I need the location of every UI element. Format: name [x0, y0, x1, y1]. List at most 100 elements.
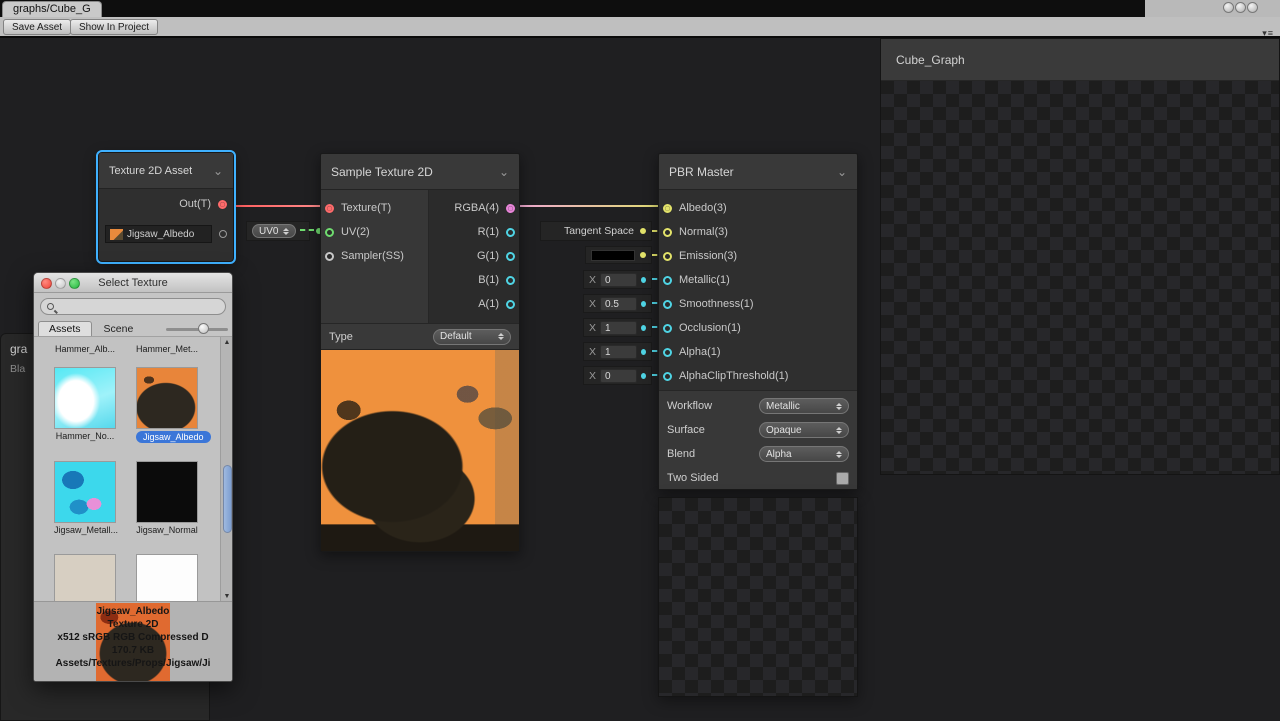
tab-assets[interactable]: Assets — [38, 321, 92, 336]
smoothness-control[interactable]: X 0.5 — [583, 294, 652, 313]
node-pbr-master[interactable]: PBR Master ⌄ Albedo(3) Normal(3) Emissio… — [658, 153, 858, 490]
alphaclip-control[interactable]: X 0 — [583, 366, 652, 385]
texture-thumbnail-icon — [110, 229, 123, 240]
x-label: X — [589, 274, 596, 286]
dropdown-arrows-icon — [493, 333, 504, 340]
alpha-port[interactable] — [663, 348, 672, 357]
grid-item-jigsaw-albedo[interactable]: Jigsaw_Albedo — [136, 367, 211, 443]
picker-grid[interactable]: Hammer_Alb... Hammer_Met... Hammer_No...… — [34, 337, 233, 601]
grid-label[interactable]: Hammer_Met... — [126, 344, 208, 354]
metallic-control[interactable]: X 0 — [583, 270, 652, 289]
wire-out-to-texture[interactable] — [228, 205, 328, 207]
grid-item-beige[interactable] — [54, 554, 116, 601]
alpha-control[interactable]: X 1 — [583, 342, 652, 361]
normal-space-control[interactable]: Tangent Space — [540, 221, 652, 241]
object-picker-port[interactable] — [219, 230, 227, 238]
g-out-port[interactable] — [506, 252, 515, 261]
alphaclip-port[interactable] — [663, 372, 672, 381]
minimize-icon[interactable] — [55, 278, 66, 289]
uv-in-port[interactable] — [325, 228, 334, 237]
pbr-node-preview[interactable] — [658, 497, 858, 697]
type-dropdown[interactable]: Default — [433, 329, 511, 345]
save-asset-button[interactable]: Save Asset — [3, 19, 71, 35]
node-pbr-title[interactable]: PBR Master ⌄ — [659, 154, 857, 190]
a-out-port[interactable] — [506, 300, 515, 309]
grid-item-white[interactable] — [136, 554, 198, 601]
alphaclip-value-field[interactable]: 0 — [600, 369, 637, 383]
main-preview-header[interactable]: Cube_Graph — [881, 39, 1279, 81]
node-sample-title[interactable]: Sample Texture 2D ⌄ — [321, 154, 519, 190]
node-sample-texture-2d[interactable]: Sample Texture 2D ⌄ Texture(T) UV(2) Sam… — [320, 153, 520, 552]
r-out-port[interactable] — [506, 228, 515, 237]
metallic-port[interactable] — [663, 276, 672, 285]
node-texture-2d-asset[interactable]: Texture 2D Asset ⌄ Out(T) Jigsaw_Albedo — [98, 152, 234, 262]
g-out-label: G(1) — [477, 250, 499, 262]
b-out-port[interactable] — [506, 276, 515, 285]
emission-color-swatch[interactable] — [591, 250, 635, 261]
window-button-1[interactable] — [1223, 2, 1234, 13]
pbr-preview-sphere[interactable] — [668, 507, 848, 687]
grid-item-jigsaw-metallic[interactable]: Jigsaw_Metall... — [54, 461, 118, 535]
two-sided-checkbox[interactable] — [836, 472, 849, 485]
uv-channel-dropdown[interactable]: UV0 — [252, 224, 296, 238]
shader-preview-sphere[interactable] — [926, 124, 1232, 430]
thumbnail-size-slider[interactable] — [166, 328, 228, 331]
window-button-3[interactable] — [1247, 2, 1258, 13]
grid-item-jigsaw-normal[interactable]: Jigsaw_Normal — [136, 461, 198, 535]
alpha-value-field[interactable]: 1 — [600, 345, 637, 359]
scrollbar-thumb[interactable] — [223, 465, 232, 533]
chevron-down-icon[interactable]: ⌄ — [499, 168, 509, 176]
texture-object-field[interactable]: Jigsaw_Albedo — [105, 225, 212, 243]
close-icon[interactable] — [41, 278, 52, 289]
smoothness-port[interactable] — [663, 300, 672, 309]
window-button-2[interactable] — [1235, 2, 1246, 13]
uv-channel-value: UV0 — [259, 226, 278, 237]
metallic-value-field[interactable]: 0 — [600, 273, 637, 287]
scroll-down-icon[interactable]: ▼ — [221, 593, 233, 600]
node-texture-2d-asset-title[interactable]: Texture 2D Asset ⌄ — [99, 153, 233, 189]
emission-color-control[interactable] — [585, 246, 652, 264]
surface-dropdown[interactable]: Opaque — [759, 422, 849, 438]
smoothness-value-field[interactable]: 0.5 — [600, 297, 637, 311]
tab-graphs-cube-g[interactable]: graphs/Cube_G — [2, 1, 102, 17]
grid-label[interactable]: Hammer_Alb... — [44, 344, 126, 354]
slider-thumb[interactable] — [198, 323, 209, 334]
workflow-label: Workflow — [667, 400, 712, 412]
occlusion-control[interactable]: X 1 — [583, 318, 652, 337]
rgba-out-port[interactable] — [506, 204, 515, 213]
out-port[interactable] — [218, 200, 227, 209]
tab-scene[interactable]: Scene — [92, 322, 146, 336]
grid-item-hammer-normal[interactable]: Hammer_No... — [54, 367, 116, 441]
chevron-down-icon[interactable]: ⌄ — [837, 168, 847, 176]
emission-port[interactable] — [663, 252, 672, 261]
pbr-settings: Workflow Metallic Surface Opaque Blend A… — [659, 390, 857, 489]
wire-rgba-to-albedo[interactable] — [512, 205, 666, 207]
occlusion-port[interactable] — [663, 324, 672, 333]
uv-channel-control: UV0 — [246, 221, 310, 241]
main-preview-viewport[interactable] — [881, 81, 1279, 474]
show-in-project-button[interactable]: Show In Project — [70, 19, 158, 35]
albedo-port[interactable] — [663, 204, 672, 213]
picker-scrollbar[interactable]: ▲ ▼ — [220, 337, 233, 601]
sample-texture-preview[interactable] — [321, 350, 519, 551]
sampler-in-port[interactable] — [325, 252, 334, 261]
dropdown-arrows-icon — [278, 228, 289, 235]
sampler-in-label: Sampler(SS) — [341, 250, 404, 262]
occlusion-value-field[interactable]: 1 — [600, 321, 637, 335]
maximize-icon[interactable] — [69, 278, 80, 289]
picker-titlebar[interactable]: Select Texture — [34, 273, 232, 293]
r-out-label: R(1) — [478, 226, 499, 238]
select-texture-window[interactable]: Select Texture Assets Scene Hammer_Alb..… — [33, 272, 233, 682]
x-label: X — [589, 370, 596, 382]
texture-in-port[interactable] — [325, 204, 334, 213]
workflow-dropdown[interactable]: Metallic — [759, 398, 849, 414]
texture-field-value: Jigsaw_Albedo — [127, 229, 194, 240]
blend-dropdown[interactable]: Alpha — [759, 446, 849, 462]
search-input[interactable] — [40, 298, 226, 315]
chevron-down-icon[interactable]: ⌄ — [213, 167, 223, 175]
scroll-up-icon[interactable]: ▲ — [221, 337, 233, 349]
normal-port[interactable] — [663, 228, 672, 237]
occlusion-label: Occlusion(1) — [679, 322, 741, 334]
toolbar: Save Asset Show In Project ▾≡ — [0, 17, 1280, 38]
x-label: X — [589, 346, 596, 358]
